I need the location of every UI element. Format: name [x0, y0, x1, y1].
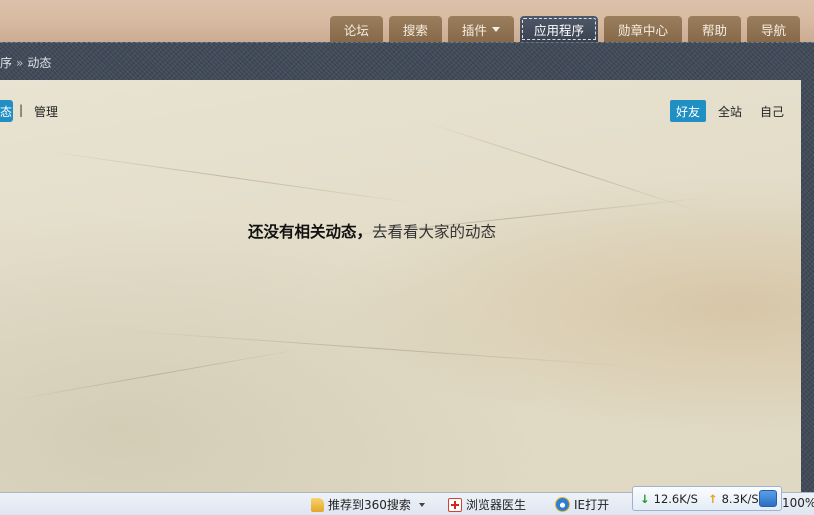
content-panel: [0, 80, 801, 492]
network-speed-widget[interactable]: ↓ 12.6K/S ↑ 8.3K/S: [632, 486, 782, 511]
nav-apps[interactable]: 应用程序: [519, 16, 598, 42]
nav-search[interactable]: 搜索: [388, 16, 442, 42]
paper-crease: [119, 330, 639, 368]
tab-feed[interactable]: 态: [0, 100, 13, 122]
open-in-ie-label: IE打开: [574, 498, 610, 512]
paper-crease: [419, 120, 706, 214]
recommend-label: 推荐到360搜索: [328, 498, 411, 512]
breadcrumb: 序 » 动态: [0, 54, 51, 71]
nav-forum[interactable]: 论坛: [329, 16, 383, 42]
header-band: 论坛 搜索 插件 应用程序 勋章中心 帮助 导航: [0, 0, 814, 42]
thumbs-up-icon: [311, 497, 324, 512]
browser-doctor-label: 浏览器医生: [466, 498, 527, 512]
breadcrumb-parent[interactable]: 序: [0, 54, 12, 71]
nav-navigation[interactable]: 导航: [746, 16, 800, 42]
filter-friends[interactable]: 好友: [669, 100, 706, 122]
chevron-down-icon[interactable]: [418, 502, 425, 507]
tab-separator: |: [19, 103, 24, 117]
nav-search-label: 搜索: [402, 22, 428, 38]
view-all-activity-link[interactable]: 去看看大家的动态: [372, 223, 496, 241]
empty-state-text: 还没有相关动态，: [248, 222, 373, 241]
zoom-level[interactable]: 100%: [782, 496, 814, 510]
chevron-down-icon: [491, 26, 500, 32]
ie-icon[interactable]: [759, 490, 777, 507]
download-speed: 12.6K/S: [653, 491, 698, 506]
first-aid-icon: [448, 497, 462, 512]
upload-arrow-icon: ↑: [707, 491, 718, 506]
open-in-ie-button[interactable]: IE打开: [555, 496, 609, 513]
empty-state-message: 还没有相关动态，去看看大家的动态: [248, 220, 496, 242]
filter-all-site[interactable]: 全站: [712, 100, 748, 122]
nav-plugins[interactable]: 插件: [447, 16, 514, 42]
filter-self[interactable]: 自己: [754, 100, 790, 122]
nav-medals-label: 勋章中心: [617, 22, 668, 38]
main-nav: 论坛 搜索 插件 应用程序 勋章中心 帮助 导航: [329, 16, 800, 42]
browser-doctor-button[interactable]: 浏览器医生: [448, 496, 526, 513]
recommend-360-button[interactable]: 推荐到360搜索: [311, 496, 425, 513]
nav-help-label: 帮助: [701, 22, 727, 38]
nav-medals[interactable]: 勋章中心: [603, 16, 682, 42]
feed-filters: 好友 全站 自己: [669, 100, 790, 122]
breadcrumb-separator: »: [16, 55, 24, 70]
ie-icon: [555, 497, 570, 512]
upload-speed: 8.3K/S: [721, 491, 759, 506]
nav-apps-label: 应用程序: [533, 22, 584, 38]
breadcrumb-current[interactable]: 动态: [27, 54, 51, 71]
nav-navigation-label: 导航: [760, 22, 786, 38]
tab-feed-label: 态: [0, 104, 12, 119]
nav-help[interactable]: 帮助: [687, 16, 741, 42]
paper-crease: [39, 150, 417, 204]
manage-link[interactable]: 管理: [34, 103, 58, 120]
nav-forum-label: 论坛: [343, 22, 369, 38]
nav-plugins-label: 插件: [461, 22, 487, 38]
paper-crease: [9, 347, 306, 401]
download-arrow-icon: ↓: [640, 491, 650, 506]
